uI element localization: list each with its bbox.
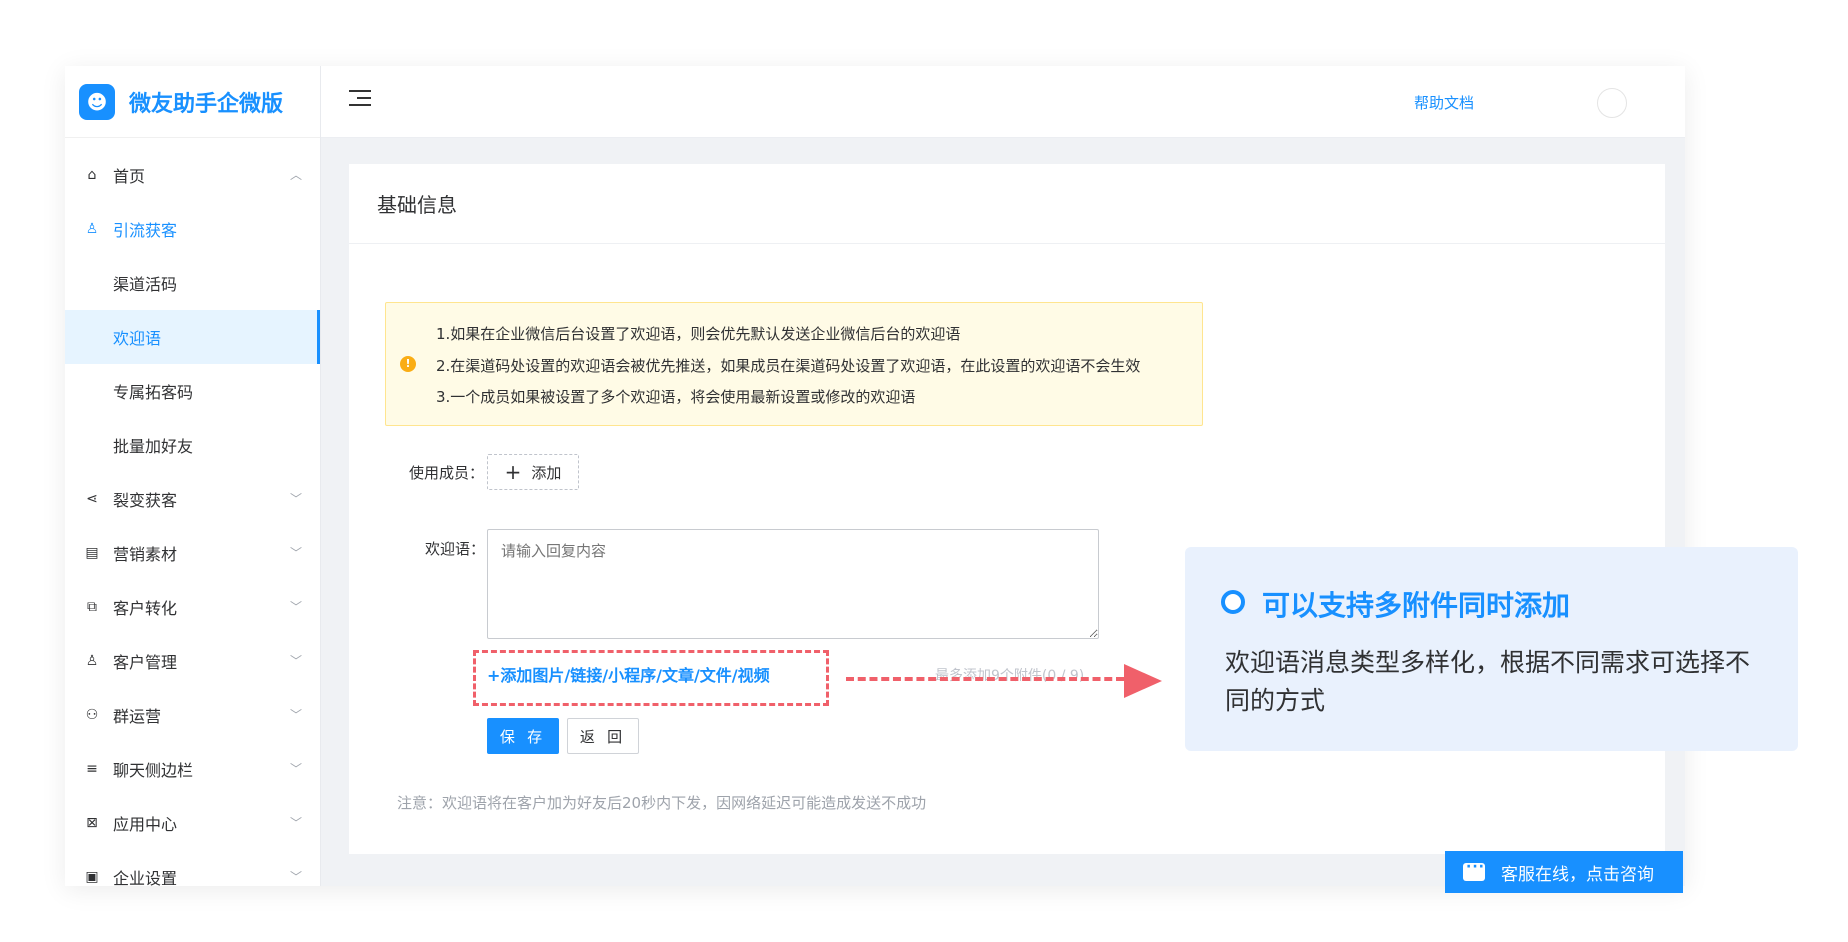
logo[interactable]: ☻ 微友助手企微版 <box>65 66 320 138</box>
callout-body: 欢迎语消息类型多样化，根据不同需求可选择不同的方式 <box>1225 648 1751 715</box>
sidebar-menu: ⌂ 首页 ︿ ♙ 引流获客 渠道活码 欢迎语 专属拓客码 批量加好友 ⋖ 裂变获… <box>65 138 320 886</box>
share-icon: ⋖ <box>86 491 98 507</box>
sidebar-item-home[interactable]: ⌂ 首页 ︿ <box>65 148 320 202</box>
sidebar-item-settings[interactable]: ▣ 企业设置 ﹀ <box>65 850 320 886</box>
sidebar-item-label: 首页 <box>113 167 146 186</box>
sidebar-item-label: 聊天侧边栏 <box>113 761 194 780</box>
chevron-down-icon: ﹀ <box>289 816 302 830</box>
callout-arrow-head-icon <box>1124 664 1162 698</box>
sidebar-item-label: 企业设置 <box>113 869 178 886</box>
top-header: 帮助文档 <box>321 66 1685 138</box>
app-name: 微友助手企微版 <box>129 91 284 117</box>
alert-line: 3.一个成员如果被设置了多个欢迎语，将会使用最新设置或修改的欢迎语 <box>436 388 916 406</box>
sidebar-item-traffic[interactable]: ♙ 引流获客 <box>65 202 320 256</box>
alert-line: 2.在渠道码处设置的欢迎语会被优先推送，如果成员在渠道码处设置了欢迎语，在此设置… <box>436 357 1141 375</box>
delivery-note: 注意：欢迎语将在客户加为好友后20秒内下发，因网络延迟可能造成发送不成功 <box>397 794 927 812</box>
sidebar-item-fission[interactable]: ⋖ 裂变获客 ﹀ <box>65 472 320 526</box>
notice-alert: ! 1.如果在企业微信后台设置了欢迎语，则会优先默认发送企业微信后台的欢迎语 2… <box>385 302 1203 426</box>
callout-title: 可以支持多附件同时添加 <box>1262 589 1571 622</box>
add-attachment-link[interactable]: +添加图片/链接/小程序/文章/文件/视频 <box>487 662 770 686</box>
sidebar-item-label: 应用中心 <box>113 815 178 834</box>
apps-icon: ⊠ <box>86 815 98 831</box>
warning-icon: ! <box>400 356 416 372</box>
sidebar-item-customers[interactable]: ♙ 客户管理 ﹀ <box>65 634 320 688</box>
customer-service-label: 客服在线，点击咨询 <box>1501 864 1654 885</box>
sidebar-item-label: 裂变获客 <box>113 491 178 510</box>
add-member-label: 添加 <box>531 463 562 482</box>
chevron-down-icon: ﹀ <box>289 870 302 884</box>
sidebar-item-label: 引流获客 <box>113 221 178 240</box>
chevron-down-icon: ﹀ <box>289 708 302 722</box>
card-title: 基础信息 <box>349 164 1665 244</box>
document-icon: ▤ <box>85 545 99 561</box>
sidebar-item-label: 营销素材 <box>113 545 178 564</box>
save-button[interactable]: 保 存 <box>487 718 559 754</box>
welcome-label: 欢迎语： <box>425 540 486 558</box>
sidebar-item-label: 客户转化 <box>113 599 178 618</box>
callout-arrow-line <box>846 677 1124 681</box>
circle-bullet-icon <box>1221 590 1245 614</box>
sidebar-item-label: 群运营 <box>113 707 162 726</box>
members-label: 使用成员： <box>409 464 485 482</box>
sidebar-item-apps[interactable]: ⊠ 应用中心 ﹀ <box>65 796 320 850</box>
home-icon: ⌂ <box>87 167 97 183</box>
sidebar-subitem-batch-add[interactable]: 批量加好友 <box>65 418 320 472</box>
sidebar-subitem-channel-code[interactable]: 渠道活码 <box>65 256 320 310</box>
sidebar-item-chat-sidebar[interactable]: ≡ 聊天侧边栏 ﹀ <box>65 742 320 796</box>
chevron-down-icon: ﹀ <box>289 600 302 614</box>
alert-line: 1.如果在企业微信后台设置了欢迎语，则会优先默认发送企业微信后台的欢迎语 <box>436 325 961 343</box>
group-icon: ⚇ <box>85 707 99 723</box>
sidebar-item-groups[interactable]: ⚇ 群运营 ﹀ <box>65 688 320 742</box>
user-icon: ♙ <box>85 221 99 237</box>
sidebar: ☻ 微友助手企微版 ⌂ 首页 ︿ ♙ 引流获客 渠道活码 欢迎语 专属拓客码 批… <box>65 66 321 886</box>
chevron-down-icon: ﹀ <box>289 492 302 506</box>
sidebar-item-label: 客户管理 <box>113 653 178 672</box>
back-button[interactable]: 返 回 <box>567 718 639 754</box>
user-icon: ♙ <box>85 653 99 669</box>
sidebar-item-materials[interactable]: ▤ 营销素材 ﹀ <box>65 526 320 580</box>
robot-logo-icon: ☻ <box>79 83 115 120</box>
customer-service-button[interactable]: 客服在线，点击咨询 <box>1445 851 1683 893</box>
help-docs-link[interactable]: 帮助文档 <box>1414 92 1474 113</box>
sidebar-item-conversion[interactable]: ⧉ 客户转化 ﹀ <box>65 580 320 634</box>
attachment-count-hint: 最多添加9个附件(0 / 9) <box>935 668 1085 684</box>
chevron-up-icon: ︿ <box>289 168 302 182</box>
menu-collapse-icon[interactable] <box>349 90 371 110</box>
plus-icon: + <box>504 460 522 484</box>
settings-icon: ▣ <box>85 869 99 885</box>
app-window: ☻ 微友助手企微版 ⌂ 首页 ︿ ♙ 引流获客 渠道活码 欢迎语 专属拓客码 批… <box>65 66 1685 886</box>
chevron-down-icon: ﹀ <box>289 546 302 560</box>
avatar[interactable] <box>1597 88 1627 118</box>
sidebar-subitem-exclusive-code[interactable]: 专属拓客码 <box>65 364 320 418</box>
sidebar-subitem-welcome[interactable]: 欢迎语 <box>65 310 320 364</box>
sidebar-icon: ≡ <box>86 761 98 777</box>
feature-callout: 可以支持多附件同时添加 欢迎语消息类型多样化，根据不同需求可选择不同的方式 <box>1185 547 1798 751</box>
chevron-down-icon: ﹀ <box>289 762 302 776</box>
convert-icon: ⧉ <box>87 599 97 615</box>
chevron-down-icon: ﹀ <box>289 654 302 668</box>
chat-bubble-icon <box>1463 859 1485 881</box>
add-member-button[interactable]: + 添加 <box>487 454 579 490</box>
welcome-textarea[interactable] <box>487 529 1099 639</box>
